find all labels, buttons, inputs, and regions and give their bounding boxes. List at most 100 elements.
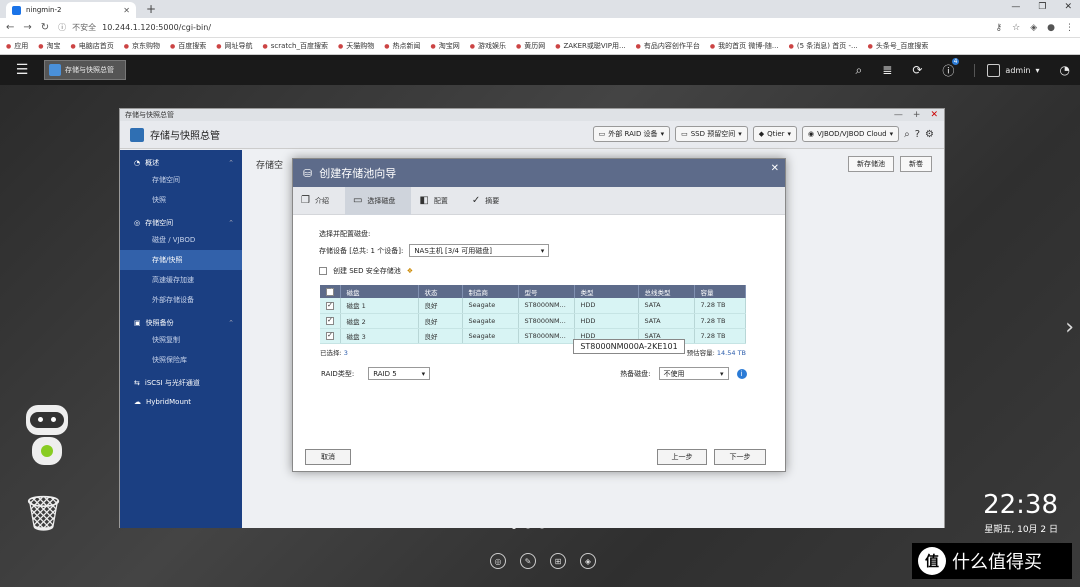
sidebar-item[interactable]: 快照 bbox=[120, 190, 242, 210]
bookmark[interactable]: 淘宝 bbox=[38, 41, 61, 51]
stack-icon[interactable]: ≣ bbox=[882, 63, 892, 77]
dock-app-icon[interactable]: ◎ bbox=[490, 553, 506, 569]
extension-icon[interactable]: ◈ bbox=[1030, 23, 1037, 33]
star-icon[interactable]: ☆ bbox=[1012, 23, 1020, 33]
next-page-arrow-icon[interactable]: › bbox=[1065, 315, 1074, 340]
column-header[interactable]: 总线类型 bbox=[638, 285, 695, 298]
bookmark[interactable]: 网址导航 bbox=[216, 41, 253, 51]
url-field[interactable]: ⓘ 不安全 10.244.1.120:5000/cgi-bin/ bbox=[58, 20, 986, 36]
robot-assistant-icon[interactable] bbox=[18, 405, 76, 470]
bookmark[interactable]: 应用 bbox=[6, 41, 28, 51]
hotspare-select[interactable]: 不使用 ▾ bbox=[658, 367, 729, 380]
sidebar-item[interactable]: 磁盘 / VJBOD bbox=[120, 230, 242, 250]
sidebar-group-overview[interactable]: ◔ 概述 ⌃ bbox=[120, 150, 242, 170]
sidebar-item[interactable]: 存储空间 bbox=[120, 170, 242, 190]
info-icon[interactable]: i bbox=[736, 368, 747, 379]
forward-icon[interactable]: → bbox=[23, 22, 31, 33]
settings-gear-icon[interactable]: ⚙ bbox=[925, 129, 934, 140]
browser-tab[interactable]: ningmin-2 ✕ bbox=[6, 2, 136, 18]
bookmark[interactable]: ZAKER或聪VIP用... bbox=[555, 41, 625, 51]
bookmark[interactable]: 天猫购物 bbox=[338, 41, 374, 51]
iscsi-icon: ⇆ bbox=[134, 379, 140, 387]
key-icon[interactable]: ⚷ bbox=[996, 23, 1003, 33]
selected-label: 已选择: bbox=[320, 349, 342, 357]
row-checkbox[interactable]: ✓ bbox=[326, 316, 334, 325]
column-header[interactable]: 类型 bbox=[574, 285, 639, 298]
minimize-icon[interactable]: — bbox=[1011, 2, 1020, 12]
sed-checkbox[interactable] bbox=[319, 267, 327, 275]
sidebar-group-snapshot-backup[interactable]: ▣ 快照备份 ⌃ bbox=[120, 310, 242, 330]
raid-select[interactable]: RAID 5 ▾ bbox=[368, 367, 431, 380]
search-icon[interactable]: ⌕ bbox=[856, 63, 863, 78]
main-menu-icon[interactable]: ☰ bbox=[0, 62, 44, 78]
next-button[interactable]: 下一步 bbox=[714, 449, 766, 465]
device-select[interactable]: NAS主机 [3/4 可用磁盘] ▾ bbox=[409, 244, 550, 257]
new-volume-button[interactable]: 新卷 bbox=[900, 156, 932, 172]
back-icon[interactable]: ← bbox=[6, 22, 14, 33]
window-titlebar[interactable]: 存储与快照总管 — + ✕ bbox=[120, 109, 944, 121]
table-row[interactable]: ✓ 磁盘 2 良好 Seagate ST8000NM... HDD SATA 7… bbox=[320, 313, 746, 329]
external-raid-button[interactable]: ▭ 外部 RAID 设备 ▾ bbox=[592, 126, 671, 142]
sidebar-item[interactable]: 快照保险库 bbox=[120, 350, 242, 370]
dock-app-icon[interactable]: ⊞ bbox=[550, 553, 566, 569]
column-header[interactable]: 磁盘 bbox=[340, 285, 419, 298]
restore-icon[interactable]: ❐ bbox=[1038, 2, 1046, 12]
sidebar-item[interactable]: 快照复制 bbox=[120, 330, 242, 350]
bookmark[interactable]: 淘宝网 bbox=[430, 41, 460, 51]
dock-app-icon[interactable]: ◈ bbox=[580, 553, 596, 569]
taskbar-app[interactable]: 存储与快照总管 bbox=[44, 60, 126, 80]
sidebar-item[interactable]: 外部存储设备 bbox=[120, 290, 242, 310]
maximize-icon[interactable]: + bbox=[913, 109, 921, 121]
profile-icon[interactable]: ● bbox=[1047, 23, 1055, 33]
bookmark[interactable]: 京东购物 bbox=[124, 41, 160, 51]
column-header[interactable]: 容量 bbox=[694, 285, 746, 298]
bus-cell: SATA bbox=[638, 298, 695, 314]
dock-app-icon[interactable]: ✎ bbox=[520, 553, 536, 569]
cancel-button[interactable]: 取消 bbox=[305, 449, 351, 465]
trash-icon[interactable]: 🗑 bbox=[22, 493, 65, 535]
avatar bbox=[987, 63, 1001, 77]
close-icon[interactable]: ✕ bbox=[771, 163, 779, 174]
select-all-checkbox[interactable]: ✓ bbox=[326, 287, 334, 296]
bookmark[interactable]: 热点新闻 bbox=[384, 41, 420, 51]
bookmark[interactable]: 我的首页 微博-随... bbox=[710, 41, 778, 51]
dashboard-icon[interactable]: ◔ bbox=[1060, 63, 1070, 77]
sync-icon[interactable]: ⟳ bbox=[912, 63, 922, 77]
bookmark[interactable]: 有品内容创作平台 bbox=[636, 41, 700, 51]
ssd-overprovision-button[interactable]: ▭ SSD 预留空间 ▾ bbox=[675, 126, 748, 142]
bookmark[interactable]: 黄历网 bbox=[516, 41, 545, 51]
reload-icon[interactable]: ↻ bbox=[41, 22, 49, 33]
column-header[interactable]: 制造商 bbox=[462, 285, 519, 298]
sidebar-group-iscsi[interactable]: ⇆ iSCSI 与光纤通道 bbox=[120, 370, 242, 390]
search-icon[interactable]: ⌕ bbox=[904, 129, 910, 140]
sidebar-item-active[interactable]: 存储/快照 bbox=[120, 250, 242, 270]
new-pool-button[interactable]: 新存储池 bbox=[848, 156, 894, 172]
user-menu[interactable]: admin ▾ bbox=[974, 63, 1040, 77]
notification-icon[interactable]: ⓘ 4 bbox=[942, 57, 960, 79]
table-row[interactable]: ✓ 磁盘 1 良好 Seagate ST8000NM... HDD SATA 7… bbox=[320, 298, 746, 314]
bookmark[interactable]: 电脑店首页 bbox=[71, 41, 114, 51]
bookmark[interactable]: 游戏娱乐 bbox=[470, 41, 506, 51]
bookmark[interactable]: (5 条消息) 首页 -... bbox=[789, 41, 858, 51]
previous-button[interactable]: 上一步 bbox=[657, 449, 707, 465]
minimize-icon[interactable]: — bbox=[894, 109, 903, 121]
sidebar-group-storage[interactable]: ◎ 存储空间 ⌃ bbox=[120, 210, 242, 230]
row-checkbox[interactable]: ✓ bbox=[326, 331, 334, 340]
close-icon[interactable]: ✕ bbox=[930, 109, 938, 121]
vjbod-button[interactable]: ◉ VJBOD/VJBOD Cloud ▾ bbox=[802, 126, 900, 142]
new-tab-button[interactable]: + bbox=[146, 2, 156, 16]
column-header[interactable]: 型号 bbox=[518, 285, 575, 298]
more-icon[interactable]: ⋮ bbox=[1065, 23, 1074, 33]
close-window-icon[interactable]: ✕ bbox=[1064, 2, 1072, 12]
help-icon[interactable]: ? bbox=[915, 129, 920, 140]
column-header[interactable]: 状态 bbox=[418, 285, 463, 298]
sed-help-icon[interactable]: ❖ bbox=[407, 267, 413, 275]
sidebar-item[interactable]: 高速缓存加速 bbox=[120, 270, 242, 290]
qtier-button[interactable]: ◆ Qtier ▾ bbox=[752, 126, 798, 142]
row-checkbox[interactable]: ✓ bbox=[326, 301, 334, 310]
close-tab-icon[interactable]: ✕ bbox=[123, 6, 130, 15]
bookmark[interactable]: scratch_百度搜索 bbox=[263, 41, 328, 51]
bookmark[interactable]: 头条号_百度搜索 bbox=[868, 41, 929, 51]
bookmark[interactable]: 百度搜索 bbox=[170, 41, 206, 51]
sidebar-group-hybridmount[interactable]: ☁ HybridMount bbox=[120, 390, 242, 408]
